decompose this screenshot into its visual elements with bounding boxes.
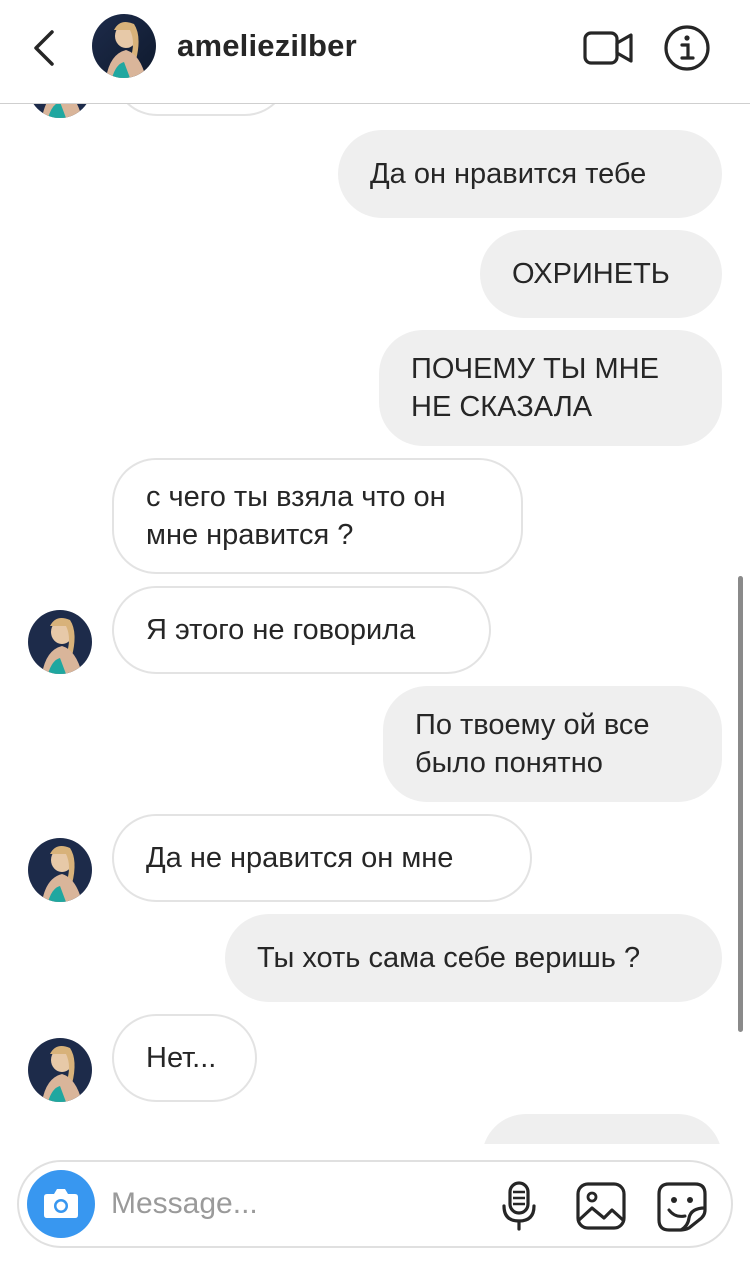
voice-message-button[interactable] [497,1180,541,1232]
message-bubble-incoming[interactable]: с чего ты взяла что он мне нравится ? [112,458,523,574]
message-composer [17,1160,733,1248]
camera-icon [44,1189,78,1218]
gallery-icon [576,1182,626,1230]
chevron-left-icon [34,30,54,66]
message-thread[interactable]: Да он нравится тебе ОХРИНЕТЬ ПОЧЕМУ ТЫ М… [0,104,750,1144]
message-bubble-outgoing[interactable]: Да он нравится тебе [338,130,722,218]
back-button[interactable] [28,28,64,68]
message-text-line: мне нравится ? [146,519,354,551]
sender-avatar[interactable] [28,1038,92,1102]
scrollbar[interactable] [738,576,743,1032]
sticker-icon [657,1182,707,1232]
sender-avatar[interactable] [28,610,92,674]
message-bubble-incoming[interactable]: Я этого не говорила [112,586,491,674]
sender-avatar[interactable] [28,838,92,902]
message-bubble-outgoing[interactable]: ПОЧЕМУ ТЫ МНЕ НЕ СКАЗАЛА [379,330,722,446]
message-bubble-outgoing[interactable]: ОХРИНЕТЬ [480,230,722,318]
info-button[interactable] [663,24,711,72]
sender-avatar[interactable] [28,104,92,118]
contact-avatar[interactable] [92,14,156,78]
gallery-button[interactable] [574,1180,628,1232]
video-camera-icon [583,31,633,65]
message-text-line: ПОЧЕМУ ТЫ МНЕ [411,353,659,385]
message-text-line: с чего ты взяла что он [146,481,446,513]
message-text: ОХРИНЕТЬ [512,258,670,290]
contact-username[interactable]: ameliezilber [177,28,357,64]
info-icon [664,25,710,71]
message-bubble-incoming[interactable] [113,104,289,116]
message-bubble-outgoing[interactable]: По твоему ой все было понятно [383,686,722,802]
message-text: Ты хоть сама себе веришь ? [257,942,641,974]
message-text-line: было понятно [415,747,603,779]
message-text: Я этого не говорила [146,614,416,646]
message-bubble-incoming[interactable]: Да не нравится он мне [112,814,532,902]
message-bubble-outgoing[interactable] [482,1114,722,1144]
message-bubble-incoming[interactable]: Нет... [112,1014,257,1102]
sticker-button[interactable] [655,1180,709,1232]
microphone-icon [502,1181,536,1231]
message-text: Нет... [146,1042,217,1074]
message-text: Да он нравится тебе [370,158,647,190]
message-text: Да не нравится он мне [146,842,454,874]
video-call-button[interactable] [582,26,636,70]
camera-button[interactable] [27,1170,95,1238]
message-bubble-outgoing[interactable]: Ты хоть сама себе веришь ? [225,914,722,1002]
chat-header: ameliezilber [0,0,750,104]
message-text-line: НЕ СКАЗАЛА [411,391,593,423]
message-text-line: По твоему ой все [415,709,650,741]
message-input[interactable] [111,1184,491,1224]
